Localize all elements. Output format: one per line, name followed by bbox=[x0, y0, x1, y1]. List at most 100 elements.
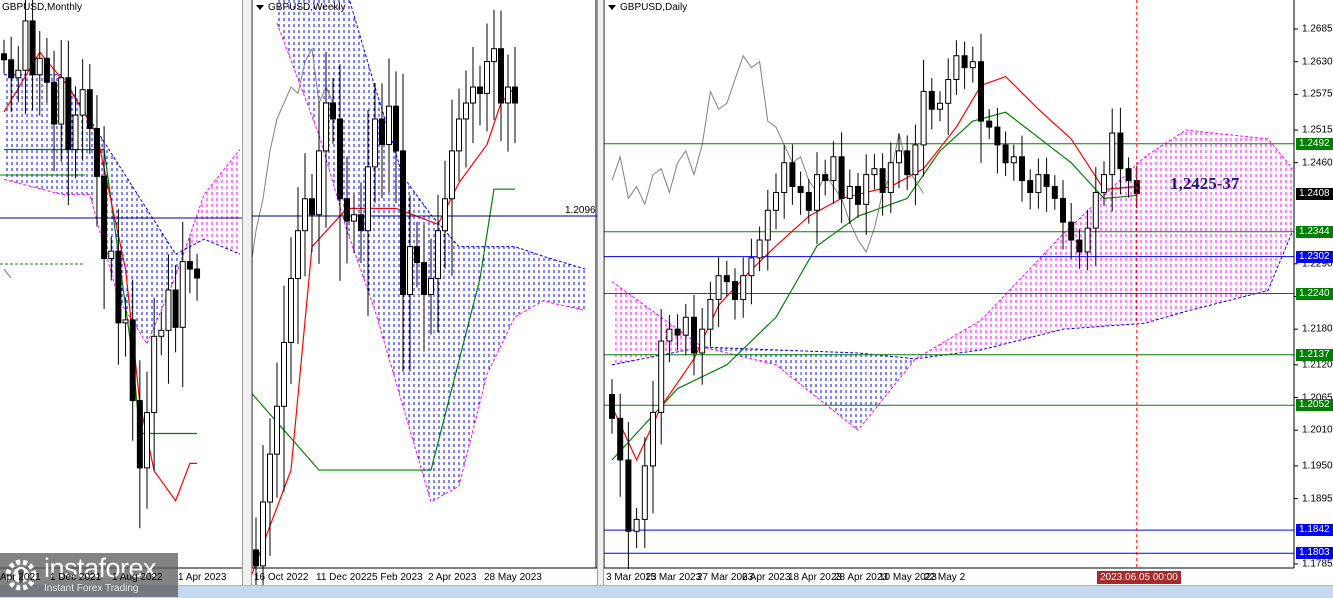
bullish-candle bbox=[449, 150, 455, 200]
bullish-candle bbox=[365, 166, 371, 232]
bullish-cloud-segment bbox=[1034, 259, 1039, 337]
bearish-candle bbox=[1002, 144, 1009, 164]
bullish-candle bbox=[740, 275, 747, 300]
bearish-candle bbox=[1117, 132, 1124, 170]
bullish-cloud-segment bbox=[1149, 151, 1154, 323]
bearish-candle bbox=[994, 126, 1001, 146]
bullish-cloud-segment bbox=[1153, 148, 1158, 321]
bullish-candle bbox=[920, 90, 927, 146]
bullish-candle bbox=[470, 86, 476, 104]
bearish-cloud-segment bbox=[21, 74, 26, 185]
price-tick-label: 1.2180 bbox=[1302, 323, 1333, 335]
bullish-cloud-segment bbox=[1026, 268, 1031, 339]
bearish-cloud-segment bbox=[874, 354, 879, 410]
bearish-cloud-segment bbox=[525, 250, 529, 311]
bottom-tab-bar[interactable] bbox=[0, 585, 1333, 598]
bullish-candle bbox=[945, 79, 952, 104]
bullish-candle bbox=[260, 501, 266, 567]
price-tick-label: 1.2120 bbox=[1302, 359, 1333, 371]
bearish-candle bbox=[330, 102, 336, 120]
bearish-cloud-segment bbox=[150, 214, 155, 336]
bearish-cloud-segment bbox=[866, 353, 871, 421]
panel-splitter[interactable] bbox=[597, 0, 604, 585]
bullish-cloud-segment bbox=[1239, 135, 1244, 298]
bullish-candle bbox=[715, 275, 722, 300]
bullish-cloud-segment bbox=[1058, 234, 1063, 331]
weekly-chart[interactable] bbox=[252, 0, 597, 585]
bearish-candle bbox=[1, 53, 7, 61]
bearish-cloud-segment bbox=[301, 0, 305, 98]
bearish-cloud-segment bbox=[111, 153, 115, 286]
bearish-cloud-segment bbox=[154, 220, 158, 327]
dropdown-triangle-icon[interactable] bbox=[608, 4, 616, 10]
bearish-cloud-segment bbox=[494, 246, 498, 360]
bullish-candle bbox=[814, 174, 820, 211]
bearish-cloud-segment bbox=[305, 0, 309, 107]
bearish-cloud-segment bbox=[39, 74, 44, 190]
bullish-cloud-segment bbox=[981, 315, 986, 350]
bearish-candle bbox=[414, 246, 420, 264]
weekly-chart-panel[interactable]: GBPUSD,Weekly 1.2096 16 Oct 2022 11 Dec … bbox=[252, 0, 597, 585]
bearish-cloud-segment bbox=[89, 119, 94, 208]
bearish-cloud-segment bbox=[784, 350, 789, 375]
price-tick-label: 1.1895 bbox=[1302, 493, 1333, 505]
bullish-cloud-segment bbox=[1210, 132, 1215, 306]
bearish-cloud-segment bbox=[410, 185, 414, 443]
bullish-candle bbox=[699, 328, 706, 354]
bearish-cloud-segment bbox=[829, 351, 834, 411]
bearish-candle bbox=[986, 120, 993, 128]
bullish-candle bbox=[1101, 174, 1107, 193]
panel-splitter[interactable] bbox=[242, 0, 252, 585]
monthly-date-label: 1 Apr 2023 bbox=[178, 572, 227, 583]
daily-chart-panel[interactable]: GBPUSD,Daily 3 Mar 2023 15 Mar 2023 27 M… bbox=[604, 0, 1333, 585]
bullish-candle bbox=[442, 198, 448, 232]
bearish-cloud-segment bbox=[574, 265, 578, 309]
weekly-date-label: 28 May 2023 bbox=[484, 572, 542, 583]
bullish-cloud-segment bbox=[1231, 134, 1236, 300]
bearish-candle bbox=[393, 105, 399, 152]
bullish-cloud-segment bbox=[993, 303, 998, 347]
dropdown-triangle-icon[interactable] bbox=[256, 4, 264, 10]
bearish-cloud-segment bbox=[821, 351, 826, 405]
bearish-candle bbox=[1019, 156, 1025, 182]
bullish-cloud-segment bbox=[207, 185, 212, 243]
bearish-cloud-segment bbox=[501, 246, 505, 346]
bearish-cloud-segment bbox=[870, 354, 875, 415]
bullish-candle bbox=[953, 55, 960, 81]
weekly-date-label: 5 Feb 2023 bbox=[372, 572, 423, 583]
bearish-candle bbox=[838, 156, 845, 199]
bullish-cloud-segment bbox=[1063, 230, 1068, 330]
daily-chart[interactable] bbox=[604, 0, 1333, 585]
bullish-cloud-segment bbox=[960, 329, 965, 353]
bullish-candle bbox=[15, 69, 22, 79]
bullish-candle bbox=[463, 102, 469, 120]
bearish-cloud-segment bbox=[743, 348, 748, 358]
bullish-candle bbox=[707, 298, 714, 330]
bullish-candle bbox=[1092, 191, 1099, 229]
bearish-cloud-segment bbox=[487, 246, 491, 375]
monthly-chart-panel[interactable]: GBPUSD,Monthly 1 Apr 2023 bbox=[0, 0, 242, 585]
monthly-chart[interactable] bbox=[0, 0, 242, 585]
bearish-cloud-segment bbox=[420, 200, 424, 479]
bearish-candle bbox=[732, 281, 738, 300]
bearish-candle bbox=[855, 186, 861, 205]
bearish-cloud-segment bbox=[483, 246, 487, 389]
bullish-cloud-segment bbox=[640, 302, 645, 360]
bearish-cloud-segment bbox=[539, 255, 543, 303]
bearish-candle bbox=[400, 150, 406, 296]
bullish-candle bbox=[1084, 227, 1091, 253]
bearish-cloud-segment bbox=[825, 351, 830, 408]
target-range-annotation: 1,2425-37 bbox=[1170, 174, 1240, 193]
bullish-candle bbox=[756, 239, 763, 259]
bullish-candle bbox=[1010, 156, 1017, 164]
bullish-cloud-segment bbox=[648, 308, 653, 358]
bearish-candle bbox=[1076, 239, 1083, 253]
bullish-cloud-segment bbox=[616, 284, 621, 365]
bearish-candle bbox=[1068, 221, 1075, 241]
bearish-cloud-segment bbox=[29, 74, 33, 187]
price-level-label: 1.2240 bbox=[1296, 287, 1333, 300]
bullish-candle bbox=[887, 162, 894, 193]
bullish-candle bbox=[764, 209, 771, 241]
monthly-date-label: Apr 2021 bbox=[0, 572, 41, 583]
bearish-candle bbox=[115, 250, 122, 324]
